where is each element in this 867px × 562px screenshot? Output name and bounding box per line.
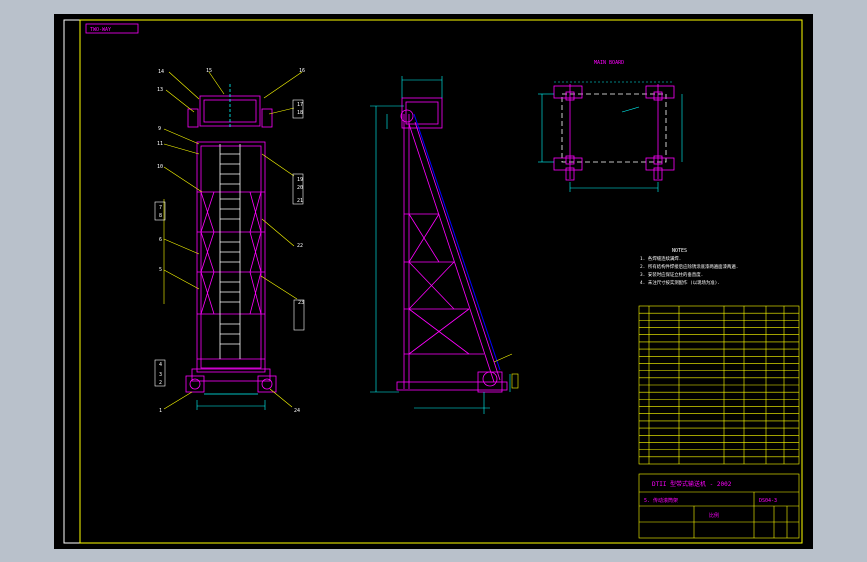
svg-text:13: 13 <box>157 87 163 93</box>
side-leaders <box>493 353 519 389</box>
front-leaders <box>163 71 303 410</box>
svg-text:4. 未注尺寸按实测配作 (以现场为准).: 4. 未注尺寸按实测配作 (以现场为准). <box>640 279 720 286</box>
side-view <box>396 97 508 393</box>
svg-text:9: 9 <box>158 126 161 132</box>
front-tag-boxes <box>154 99 305 387</box>
svg-text:3. 安装时应保证立柱的垂直度.: 3. 安装时应保证立柱的垂直度. <box>640 271 703 278</box>
svg-text:20: 20 <box>297 185 303 191</box>
cad-drawing[interactable]: TWO-WAY 14 13 9 11 10 7 8 6 5 4 3 2 1 15… <box>54 14 813 549</box>
drawing-subtitle: 5. 传动滚筒架 <box>644 497 678 504</box>
svg-text:23: 23 <box>298 300 304 306</box>
front-balloon-labels: 14 13 9 11 10 7 8 6 5 4 3 2 1 15 16 17 1… <box>157 68 305 414</box>
parts-list-table <box>638 305 800 465</box>
drawing-number: DS04-3 <box>759 498 777 504</box>
svg-text:24: 24 <box>294 408 300 414</box>
stamp-label: TWO-WAY <box>90 27 111 33</box>
svg-text:6: 6 <box>159 237 162 243</box>
svg-text:11: 11 <box>157 141 163 147</box>
front-dimension <box>196 400 266 410</box>
notes-list: 1. 各焊缝连续满焊. 2. 所有结构件焊接后应除锈涂底漆两遍面漆两遍. 3. … <box>640 255 738 286</box>
plan-view <box>553 84 675 181</box>
svg-text:1: 1 <box>159 408 162 414</box>
svg-text:5: 5 <box>159 267 162 273</box>
svg-text:8: 8 <box>159 213 162 219</box>
scale-label: 比例 <box>709 512 719 519</box>
svg-text:22: 22 <box>297 243 303 249</box>
side-dimensions <box>370 76 511 414</box>
svg-text:19: 19 <box>297 177 303 183</box>
svg-text:7: 7 <box>159 205 162 211</box>
svg-text:2. 所有结构件焊接后应除锈涂底漆两遍面漆两遍.: 2. 所有结构件焊接后应除锈涂底漆两遍面漆两遍. <box>640 263 738 270</box>
svg-text:2: 2 <box>159 380 162 386</box>
title-block-text: DTII 型带式输送机 - 2002 5. 传动滚筒架 DS04-3 比例 <box>644 480 777 519</box>
plan-view-title: MAIN BOARD <box>594 60 624 66</box>
svg-text:4: 4 <box>159 362 162 368</box>
svg-text:18: 18 <box>297 110 303 116</box>
front-view <box>185 84 277 395</box>
svg-text:15: 15 <box>206 68 212 74</box>
plan-dimensions <box>538 81 683 192</box>
svg-text:1. 各焊缝连续满焊.: 1. 各焊缝连续满焊. <box>640 255 681 262</box>
svg-text:3: 3 <box>159 372 162 378</box>
cad-canvas[interactable]: TWO-WAY 14 13 9 11 10 7 8 6 5 4 3 2 1 15… <box>54 14 813 549</box>
svg-text:17: 17 <box>297 102 303 108</box>
svg-text:21: 21 <box>297 198 303 204</box>
svg-text:10: 10 <box>157 164 163 170</box>
svg-text:14: 14 <box>158 69 164 75</box>
notes-title: NOTES <box>672 248 687 254</box>
drawing-title: DTII 型带式输送机 - 2002 <box>652 480 732 488</box>
svg-text:16: 16 <box>299 68 305 74</box>
